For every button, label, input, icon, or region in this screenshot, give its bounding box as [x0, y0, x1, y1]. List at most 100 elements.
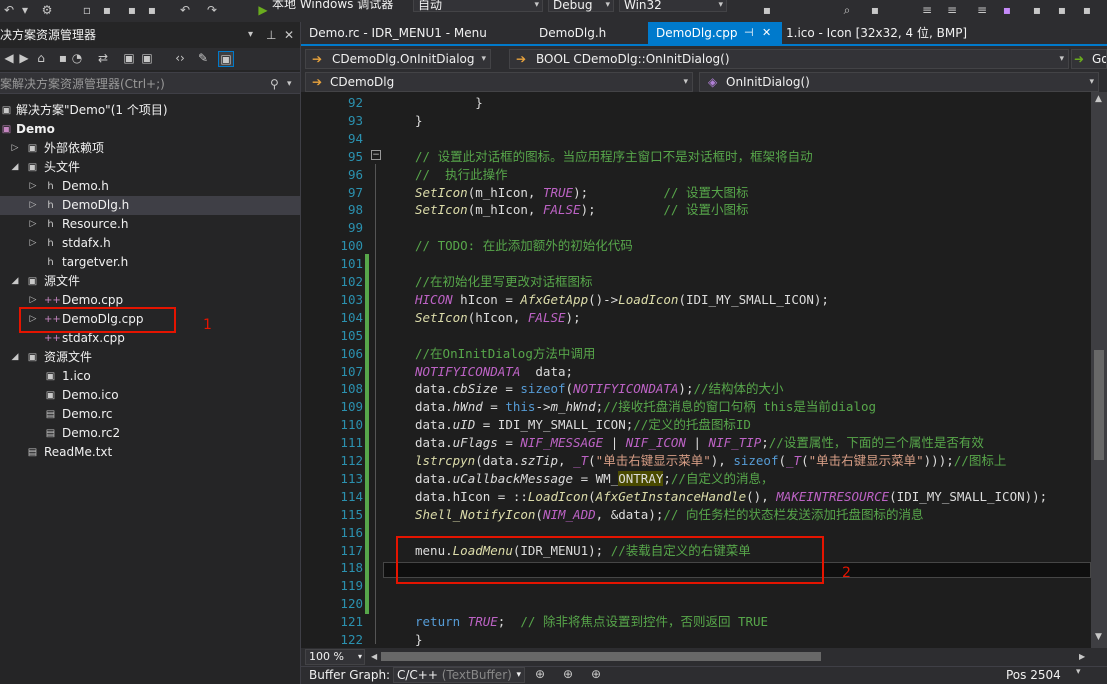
member-combo[interactable]: ◈ OnInitDialog() ▾	[699, 72, 1099, 92]
code-line[interactable]: data.hWnd = this->m_hWnd;//接收托盘消息的窗口句柄 t…	[415, 398, 876, 416]
go-button[interactable]: ➜ Go	[1071, 49, 1107, 69]
scroll-thumb[interactable]	[1094, 350, 1104, 460]
view-code-icon[interactable]: ‹›	[173, 51, 187, 65]
indent-icon[interactable]: ≡	[920, 3, 934, 17]
find-icon[interactable]: ⌕	[840, 3, 854, 17]
tab-1-ico[interactable]: 1.ico - Icon [32x32, 4 位, BMP]	[778, 22, 998, 44]
scroll-left-icon[interactable]: ◀	[371, 652, 377, 661]
code-line[interactable]: }	[415, 112, 423, 130]
scroll-down-icon[interactable]: ▼	[1095, 632, 1102, 642]
collapse-icon[interactable]: ◢	[10, 272, 20, 291]
class-combo[interactable]: ➔ CDemoDlg ▾	[305, 72, 693, 92]
redo-icon[interactable]: ↷	[205, 3, 219, 17]
toolbar-misc-icon[interactable]: ▪	[760, 3, 774, 17]
toolbar-misc-icon[interactable]: ▪	[868, 3, 882, 17]
chevron-down-icon[interactable]: ▾	[287, 73, 292, 95]
debugger-label[interactable]: 本地 Windows 调试器	[272, 0, 393, 12]
pending-changes-icon[interactable]: ◔	[70, 51, 84, 65]
code-line[interactable]: lstrcpyn(data.szTip, _T("单击右键显示菜单"), siz…	[415, 452, 1006, 470]
solution-tool-icon[interactable]: ⚙	[40, 3, 54, 17]
show-all-files-icon[interactable]: ▣	[140, 51, 154, 65]
open-icon[interactable]: ▪	[145, 3, 159, 17]
tree-item[interactable]: ▣ Demo.ico	[0, 386, 300, 405]
tree-item[interactable]: ◢ ▣ 资源文件	[0, 348, 300, 367]
properties-icon[interactable]: ✎	[196, 51, 210, 65]
code-line[interactable]: SetIcon(hIcon, FALSE);	[415, 309, 581, 327]
tree-item[interactable]: ◢ ▣ 源文件	[0, 272, 300, 291]
preview-selected-icon[interactable]: ▣	[218, 51, 234, 67]
expand-icon[interactable]: ▷	[28, 215, 38, 234]
save-all-icon[interactable]: ▪	[125, 3, 139, 17]
back-icon[interactable]: ◀	[2, 51, 16, 65]
code-line[interactable]: SetIcon(m_hIcon, FALSE); // 设置小图标	[415, 201, 748, 219]
code-line[interactable]: Shell_NotifyIcon(NIM_ADD, &data);// 向任务栏…	[415, 506, 923, 524]
tree-item[interactable]: ◢ ▣ 头文件	[0, 158, 300, 177]
comment-icon[interactable]: ≡	[975, 3, 989, 17]
code-line[interactable]: HICON hIcon = AfxGetApp()->LoadIcon(IDI_…	[415, 291, 829, 309]
bookmark-prev-icon[interactable]: ▪	[1030, 3, 1044, 17]
code-line[interactable]: // TODO: 在此添加额外的初始化代码	[415, 237, 633, 255]
switch-views-icon[interactable]: ▪	[56, 51, 70, 65]
undo-icon[interactable]: ↶	[178, 3, 192, 17]
code-line[interactable]: data.cbSize = sizeof(NOTIFYICONDATA);//结…	[415, 380, 784, 398]
new-file-icon[interactable]: ▫	[80, 3, 94, 17]
tree-item[interactable]: ▤ ReadMe.txt	[0, 443, 300, 462]
graph-layout-icon[interactable]: ⊕	[563, 667, 573, 681]
tree-item[interactable]: h targetver.h	[0, 253, 300, 272]
close-icon[interactable]: ✕	[762, 22, 771, 44]
code-line[interactable]: SetIcon(m_hIcon, TRUE); // 设置大图标	[415, 184, 748, 202]
collapse-icon[interactable]: ◢	[10, 158, 20, 177]
expand-icon[interactable]: ▷	[10, 139, 20, 158]
horizontal-scroll-thumb[interactable]	[381, 652, 821, 661]
tree-item[interactable]: ▷ h DemoDlg.h	[0, 196, 300, 215]
save-icon[interactable]: ▪	[100, 3, 114, 17]
collapse-icon[interactable]: ◢	[10, 348, 20, 367]
config-combo[interactable]: Debug ▾	[548, 0, 614, 12]
pin-icon[interactable]: ⊣	[744, 22, 754, 44]
graph-view-icon[interactable]: ⊕	[535, 667, 545, 681]
code-line[interactable]: }	[415, 631, 423, 648]
code-line[interactable]: data.uID = IDI_MY_SMALL_ICON;//定义的托盘图标ID	[415, 416, 751, 434]
tree-item[interactable]: ▣ 1.ico	[0, 367, 300, 386]
graph-refresh-icon[interactable]: ⊕	[591, 667, 601, 681]
vertical-scrollbar[interactable]: ▲ ▼	[1091, 92, 1107, 648]
buffer-graph-combo[interactable]: C/C++ (TextBuffer) ▾	[393, 667, 525, 683]
expand-icon[interactable]: ▷	[28, 177, 38, 196]
auto-combo[interactable]: 自动 ▾	[413, 0, 543, 12]
tree-item[interactable]: ▣ Demo	[0, 120, 300, 139]
tab-demodlg-h[interactable]: DemoDlg.h	[531, 22, 646, 44]
code-line[interactable]: //在初始化里写更改对话框图标	[415, 273, 593, 291]
bookmark-next-icon[interactable]: ▪	[1055, 3, 1069, 17]
expand-icon[interactable]: ▷	[28, 196, 38, 215]
code-line[interactable]: data.uCallbackMessage = WM_ONTRAY;//自定义的…	[415, 470, 773, 488]
tree-item[interactable]: ▷ ▣ 外部依赖项	[0, 139, 300, 158]
back-icon[interactable]: ↶	[2, 3, 16, 17]
tab-demo-rc-menu[interactable]: Demo.rc - IDR_MENU1 - Menu	[301, 22, 537, 44]
code-line[interactable]: NOTIFYICONDATA data;	[415, 363, 573, 381]
search-icon[interactable]: ⚲	[270, 73, 279, 95]
bookmark-icon[interactable]: ▪	[1000, 3, 1014, 17]
code-line[interactable]: // 设置此对话框的图标。当应用程序主窗口不是对话框时，框架将自动	[415, 148, 813, 166]
tree-item[interactable]: ▣ 解决方案"Demo"(1 个项目)	[0, 101, 300, 120]
chevron-down-icon[interactable]: ▾	[248, 26, 253, 44]
tree-item[interactable]: ▷ h stdafx.h	[0, 234, 300, 253]
code-editor[interactable]: − 92 } 93} 94 95// 设置此对话框的图标。当应用程序主窗口不是对话框时…	[301, 92, 1091, 648]
scroll-right-icon[interactable]: ▶	[1079, 652, 1085, 661]
tab-demodlg-cpp[interactable]: DemoDlg.cpp ⊣ ✕	[648, 22, 782, 44]
dropdown-icon[interactable]: ▾	[18, 3, 32, 17]
scope-combo[interactable]: ➔ CDemoDlg.OnInitDialog ▾	[305, 49, 491, 69]
forward-icon[interactable]: ▶	[17, 51, 31, 65]
start-debug-icon[interactable]: ▶	[256, 3, 270, 17]
scroll-up-icon[interactable]: ▲	[1095, 94, 1102, 104]
tree-item[interactable]: ▤ Demo.rc	[0, 405, 300, 424]
code-line[interactable]: data.hIcon = ::LoadIcon(AfxGetInstanceHa…	[415, 488, 1047, 506]
function-combo[interactable]: ➔ BOOL CDemoDlg::OnInitDialog() ▾	[509, 49, 1069, 69]
sync-icon[interactable]: ⇄	[96, 51, 110, 65]
collapse-all-icon[interactable]: ▣	[122, 51, 136, 65]
zoom-combo[interactable]: 100 % ▾	[305, 649, 365, 665]
tree-item[interactable]: ▷ h Demo.h	[0, 177, 300, 196]
tree-item[interactable]: ▷ h Resource.h	[0, 215, 300, 234]
code-line[interactable]: // 执行此操作	[415, 166, 508, 184]
pin-icon[interactable]: ⊥	[266, 26, 276, 44]
code-line[interactable]: //在OnInitDialog方法中调用	[415, 345, 595, 363]
